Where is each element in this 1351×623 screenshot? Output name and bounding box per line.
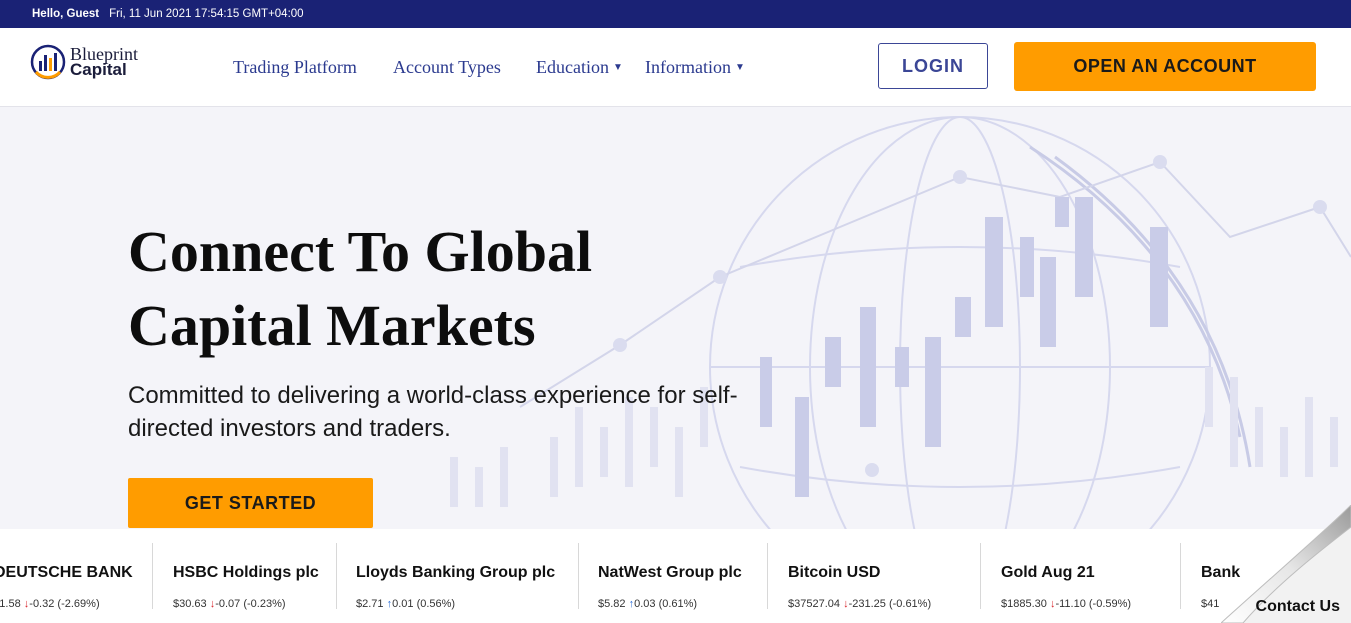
open-account-button[interactable]: OPEN AN ACCOUNT [1014,42,1316,91]
ticker-divider [152,543,153,609]
nav-label: Information [645,56,731,77]
ticker-price: $30.63 [173,598,207,610]
nav-label: Education [536,56,609,77]
ticker-change: -0.32 [29,598,55,610]
ticker-percent: (-2.69%) [57,598,100,610]
get-started-button[interactable]: GET STARTED [128,478,373,528]
ticker-price: $1885.30 [1001,598,1047,610]
hero-title-line1: Connect To Global [128,219,593,284]
ticker-divider [980,543,981,609]
ticker-quote: $41 [1201,598,1219,610]
nav-trading-platform[interactable]: Trading Platform [233,28,357,106]
ticker-divider [578,543,579,609]
ticker-percent: (0.56%) [416,598,456,610]
ticker-divider [336,543,337,609]
nav-information[interactable]: Information ▼ [645,28,745,106]
ticker-quote: $37527.04 ↓-231.25 (-0.61%) [788,598,931,610]
ticker-name: Lloyds Banking Group plc [356,564,556,581]
hero-subtitle: Committed to delivering a world-class ex… [128,382,738,442]
ticker-price: $5.82 [598,598,626,610]
hero-title-line2: Capital Markets [128,293,536,358]
ticker-quote: $1885.30 ↓-11.10 (-0.59%) [1001,598,1131,610]
datetime-text: Fri, 11 Jun 2021 17:54:15 GMT+04:00 [109,8,304,20]
caret-down-icon: ▼ [612,61,623,73]
ticker-change: 0.03 [634,598,656,610]
ticker-price: 11.58 [0,598,21,610]
contact-us-label: Contact Us [1255,598,1340,615]
ticker-quote: $5.82 ↑0.03 (0.61%) [598,598,697,610]
greeting-text: Hello, Guest [32,8,100,20]
caret-down-icon: ▼ [734,61,745,73]
ticker-name: Gold Aug 21 [1001,564,1095,581]
hero-title: Connect To Global Capital Markets [128,215,748,363]
ticker-divider [767,543,768,609]
chart-logo-icon [30,44,66,80]
main-navbar: Blueprint Capital Trading Platform Accou… [0,28,1351,107]
ticker-name: NatWest Group plc [598,564,742,581]
ticker-divider [1180,543,1181,609]
brand-name-line2: Capital [70,60,127,79]
ticker-name: DEUTSCHE BANK [0,564,133,581]
ticker-change: -0.07 [215,598,241,610]
nav-label: Trading Platform [233,56,357,77]
ticker-price: $41 [1201,598,1220,610]
ticker-quote: 11.58 ↓-0.32 (-2.69%) [0,598,100,610]
ticker-change: -11.10 [1055,598,1086,610]
brand-logo[interactable]: Blueprint Capital [30,44,138,80]
ticker-percent: (-0.59%) [1088,598,1132,610]
login-button[interactable]: LOGIN [878,43,988,89]
nav-label: Account Types [393,56,501,77]
ticker-quote: $2.71 ↑0.01 (0.56%) [356,598,455,610]
ticker-change: -231.25 [848,598,886,610]
ticker-price: $2.71 [356,598,384,610]
ticker-change: 0.01 [392,598,414,610]
nav-education[interactable]: Education ▼ [536,28,623,106]
contact-us-corner[interactable]: Contact Us [1221,505,1351,623]
hero-section: Connect To Global Capital Markets Commit… [0,107,1351,529]
ticker-percent: (0.61%) [658,598,698,610]
ticker-price: $37527.04 [788,598,840,610]
ticker-percent: (-0.61%) [888,598,932,610]
top-info-bar: Hello, Guest Fri, 11 Jun 2021 17:54:15 G… [0,0,1351,28]
stock-ticker: DEUTSCHE BANK 11.58 ↓-0.32 (-2.69%) HSBC… [0,529,1351,623]
ticker-name: HSBC Holdings plc [173,564,319,581]
ticker-quote: $30.63 ↓-0.07 (-0.23%) [173,598,286,610]
ticker-name: Bitcoin USD [788,564,881,581]
ticker-percent: (-0.23%) [243,598,286,610]
nav-account-types[interactable]: Account Types [393,28,501,106]
